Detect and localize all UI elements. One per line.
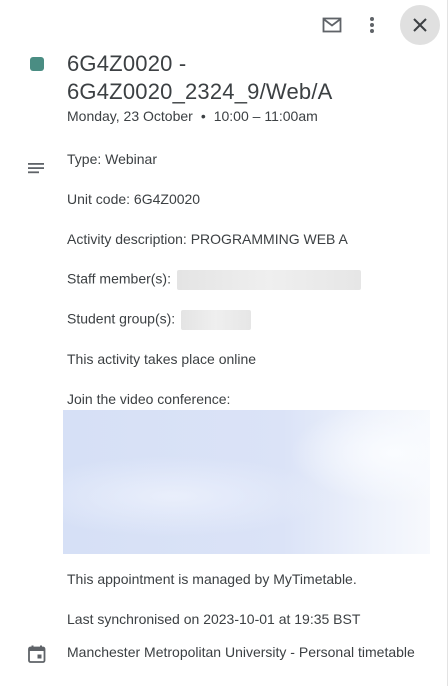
- event-type: Type: Webinar: [67, 151, 158, 167]
- event-details-card: 6G4Z0020 - 6G4Z0020_2324_9/Web/A Monday,…: [0, 0, 448, 686]
- event-time: 10:00 – 11:00am: [213, 108, 318, 124]
- email-icon: [322, 17, 342, 33]
- more-vert-icon: [370, 17, 374, 33]
- student-group-label: Student group(s):: [67, 310, 176, 327]
- close-icon: [413, 18, 427, 32]
- join-video-label: Join the video conference:: [67, 391, 231, 407]
- last-synchronised: Last synchronised on 2023-10-01 at 19:35…: [67, 611, 361, 627]
- event-title: 6G4Z0020 - 6G4Z0020_2324_9/Web/A: [67, 50, 427, 106]
- more-options-button[interactable]: [352, 5, 392, 45]
- email-guests-button[interactable]: [312, 5, 352, 45]
- managed-by-notice: This appointment is managed by MyTimetab…: [67, 571, 357, 587]
- event-date: Monday, 23 October: [67, 108, 193, 124]
- staff-member-row: Staff member(s):: [67, 270, 361, 290]
- calendar-icon: [28, 645, 46, 663]
- student-group-redacted: [181, 310, 252, 330]
- staff-member-label: Staff member(s):: [67, 270, 171, 287]
- close-button[interactable]: [400, 5, 440, 45]
- video-conference-link-redacted[interactable]: [63, 410, 430, 554]
- event-datetime: Monday, 23 October • 10:00 – 11:00am: [67, 108, 318, 124]
- event-toolbar: [0, 0, 447, 50]
- calendar-source: Manchester Metropolitan University - Per…: [67, 644, 415, 660]
- activity-description: Activity description: PROGRAMMING WEB A: [67, 231, 348, 247]
- event-title-line1: 6G4Z0020 -: [67, 51, 187, 76]
- staff-member-redacted: [176, 270, 361, 290]
- event-title-line2: 6G4Z0020_2324_9/Web/A: [67, 79, 333, 104]
- description-lines-icon: [28, 163, 44, 174]
- unit-code: Unit code: 6G4Z0020: [67, 191, 201, 207]
- online-notice: This activity takes place online: [67, 351, 257, 367]
- student-group-row: Student group(s):: [67, 310, 252, 330]
- event-color-swatch: [30, 57, 44, 71]
- datetime-separator: •: [200, 108, 206, 124]
